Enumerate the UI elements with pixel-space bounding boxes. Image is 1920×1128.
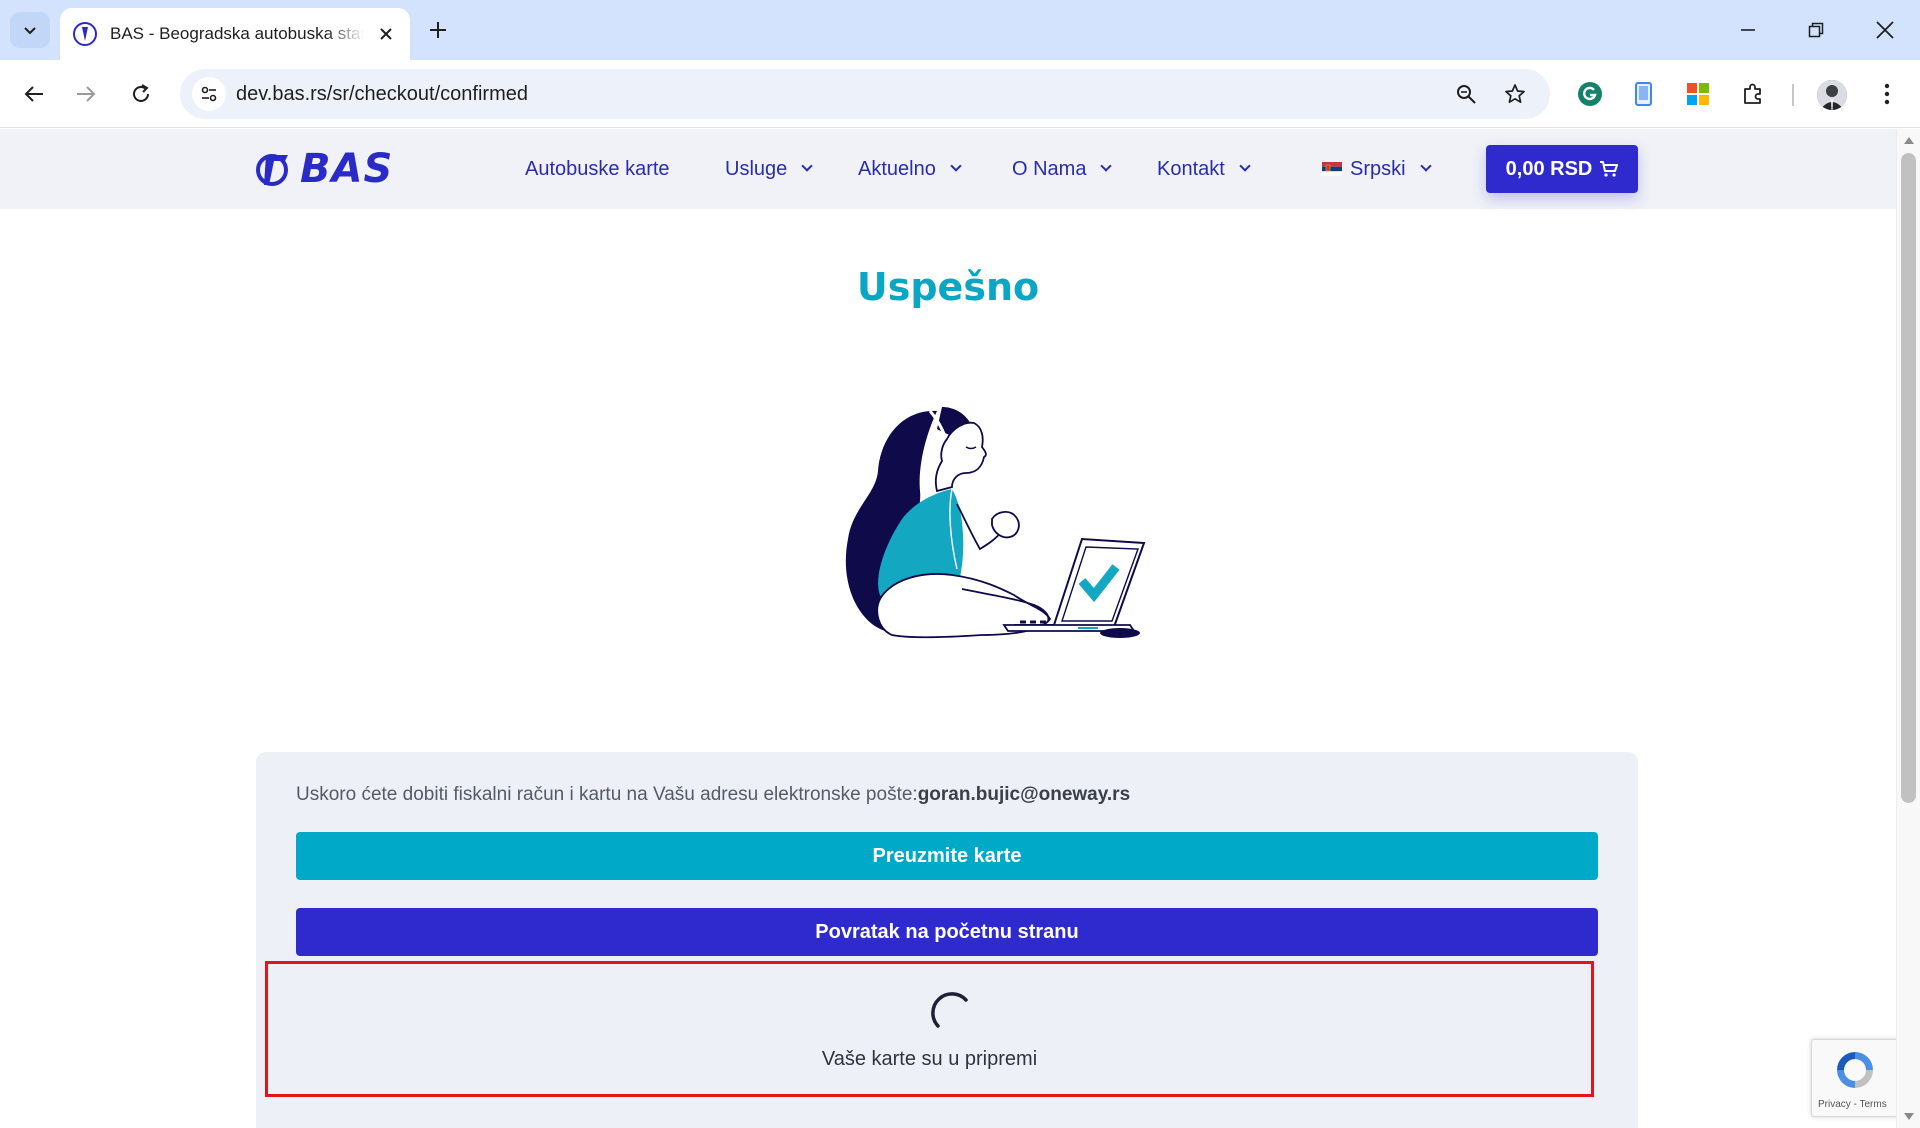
tab-title: BAS - Beogradska autobuska stanica (110, 24, 364, 43)
recaptcha-links[interactable]: Privacy - Terms (1818, 1099, 1887, 1110)
page-scrollbar[interactable] (1896, 129, 1920, 1128)
close-window-button[interactable] (1865, 10, 1905, 50)
plus-icon (430, 22, 446, 38)
more-menu-icon[interactable] (1870, 77, 1904, 111)
serbia-flag-icon (1322, 162, 1342, 176)
url-text[interactable]: dev.bas.rs/sr/checkout/confirmed (236, 69, 528, 119)
chevron-down-icon (950, 160, 962, 172)
minimize-icon (1741, 29, 1755, 31)
scroll-thumb[interactable] (1901, 153, 1916, 803)
nav-label: Kontakt (1157, 157, 1225, 180)
scroll-down-arrow-icon[interactable] (1904, 1113, 1914, 1120)
back-to-home-button[interactable]: Povratak na početnu stranu (296, 908, 1598, 956)
bas-logo-icon (256, 154, 288, 186)
logo-text: BAS (300, 146, 394, 192)
page-title: Uspešno (856, 265, 1040, 309)
cart-icon (1600, 161, 1619, 177)
browser-tab[interactable]: BAS - Beogradska autobuska stanica (60, 8, 410, 60)
recaptcha-badge[interactable]: Privacy - Terms (1811, 1039, 1901, 1117)
restore-button[interactable] (1796, 10, 1836, 50)
microsoft-extension-icon[interactable] (1681, 77, 1715, 111)
preparing-tickets-box: Vaše karte su u pripremi (265, 961, 1594, 1097)
minimize-button[interactable] (1728, 10, 1768, 50)
new-tab-button[interactable] (422, 14, 454, 46)
language-label: Srpski (1350, 157, 1406, 180)
arrow-left-icon (24, 86, 43, 102)
nav-label: O Nama (1012, 157, 1087, 180)
nav-o-nama[interactable]: O Nama (1012, 129, 1113, 209)
preparing-text: Vaše karte su u pripremi (821, 1048, 1038, 1070)
close-tab-icon[interactable] (374, 22, 398, 46)
site-logo[interactable]: BAS (254, 146, 404, 192)
email-address: goran.bujic@oneway.rs (917, 784, 1131, 805)
page-viewport: BAS Autobuske karte Usluge Aktuelno O Na… (0, 129, 1920, 1128)
arrow-right-icon (77, 86, 96, 102)
success-illustration (845, 407, 1146, 639)
cart-total: 0,00 RSD (1505, 157, 1593, 180)
extensions-puzzle-icon[interactable] (1736, 77, 1770, 111)
close-icon (1876, 21, 1894, 39)
scroll-up-arrow-icon[interactable] (1904, 137, 1914, 144)
nav-label: Aktuelno (858, 157, 936, 180)
forward-button[interactable] (66, 74, 106, 114)
device-extension-icon[interactable] (1627, 77, 1661, 111)
bookmark-star-icon[interactable] (1499, 78, 1531, 110)
profile-avatar[interactable] (1817, 80, 1847, 110)
chevron-down-icon (801, 160, 813, 172)
nav-label: Autobuske karte (525, 157, 670, 180)
toolbar-separator (1792, 84, 1794, 106)
back-button[interactable] (14, 74, 54, 114)
email-info-text: Uskoro ćete dobiti fiskalni račun i kart… (296, 784, 1130, 806)
bas-favicon-icon (73, 22, 97, 46)
tab-search-button[interactable] (10, 12, 50, 48)
reload-icon (133, 84, 149, 102)
address-bar[interactable]: dev.bas.rs/sr/checkout/confirmed (180, 69, 1550, 119)
nav-kontakt[interactable]: Kontakt (1157, 129, 1251, 209)
site-header: BAS Autobuske karte Usluge Aktuelno O Na… (0, 129, 1896, 209)
nav-aktuelno[interactable]: Aktuelno (858, 129, 962, 209)
nav-autobuske-karte[interactable]: Autobuske karte (525, 129, 670, 209)
confirmation-card: Uskoro ćete dobiti fiskalni račun i kart… (256, 752, 1638, 1128)
nav-usluge[interactable]: Usluge (725, 129, 813, 209)
nav-label: Usluge (725, 157, 788, 180)
recaptcha-icon (1837, 1052, 1873, 1088)
download-tickets-button[interactable]: Preuzmite karte (296, 832, 1598, 880)
chevron-down-icon (1239, 160, 1251, 172)
browser-toolbar: dev.bas.rs/sr/checkout/confirmed (0, 60, 1920, 128)
loading-spinner-icon (931, 992, 968, 1028)
browser-tabstrip: BAS - Beogradska autobuska stanica (0, 0, 1920, 60)
cart-button[interactable]: 0,00 RSD (1486, 145, 1638, 193)
chevron-down-icon (24, 27, 36, 35)
reload-button[interactable] (121, 74, 161, 114)
chevron-down-icon (1419, 160, 1432, 172)
info-message: Uskoro ćete dobiti fiskalni račun i kart… (296, 784, 918, 805)
grammarly-extension-icon[interactable] (1573, 77, 1607, 111)
zoom-icon[interactable] (1450, 78, 1482, 110)
site-info-icon[interactable] (192, 77, 226, 111)
chevron-down-icon (1100, 160, 1113, 172)
restore-icon (1808, 22, 1824, 38)
language-selector[interactable]: Srpski (1322, 129, 1432, 209)
